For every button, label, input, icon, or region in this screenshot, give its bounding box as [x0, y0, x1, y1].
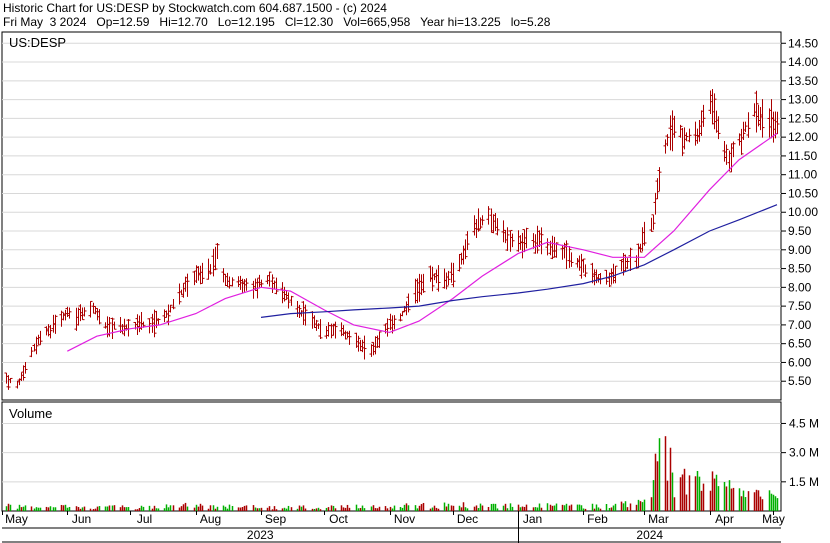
price-tick-label: 8.00 [788, 280, 812, 294]
price-tick-label: 10.00 [788, 205, 818, 219]
month-label: Sep [265, 512, 287, 526]
month-label: Dec [457, 512, 478, 526]
year-label: 2023 [247, 528, 274, 542]
price-axis: 5.50 6.00 6.50 7.00 7.50 8.00 8.50 9.00 9.50 10.0… [781, 36, 818, 388]
price-tick-label: 10.50 [788, 186, 818, 200]
price-tick-label: 14.00 [788, 55, 818, 69]
price-tick-label: 9.50 [788, 224, 812, 238]
price-tick-label: 13.50 [788, 74, 818, 88]
price-panel-border [1, 31, 782, 401]
year-label: 2024 [636, 528, 663, 542]
symbol-label: US:DESP [9, 35, 66, 50]
month-label: Feb [587, 512, 608, 526]
month-label: Mar [648, 512, 669, 526]
month-label: May [5, 512, 28, 526]
month-label: Aug [200, 512, 221, 526]
price-tick-label: 7.00 [788, 318, 812, 332]
price-tick-label: 5.50 [788, 374, 812, 388]
price-tick-label: 6.00 [788, 355, 812, 369]
month-label: Jun [72, 512, 91, 526]
price-tick-label: 13.00 [788, 93, 818, 107]
volume-panel-label: Volume [9, 406, 52, 421]
month-label: Apr [715, 512, 734, 526]
volume-tick-label: 1.5 M [789, 475, 819, 489]
price-bars [4, 88, 780, 390]
price-tick-label: 9.00 [788, 243, 812, 257]
sma-long-line [260, 204, 778, 318]
month-label: Oct [329, 512, 348, 526]
price-tick-label: 11.00 [788, 168, 817, 182]
price-tick-label: 12.00 [788, 130, 818, 144]
moving-averages [67, 132, 778, 352]
volume-panel-border [1, 401, 782, 512]
price-tick-label: 6.50 [788, 337, 812, 351]
month-label: Nov [394, 512, 415, 526]
volume-tick-label: 4.5 M [789, 416, 819, 430]
stock-chart: 5.50 6.00 6.50 7.00 7.50 8.00 8.50 9.00 9.50 10.0… [1, 31, 819, 543]
month-label: Jan [523, 512, 542, 526]
sma-short-line [67, 132, 778, 352]
volume-tick-label: 3.0 M [789, 446, 819, 460]
price-tick-label: 7.50 [788, 299, 812, 313]
price-tick-label: 8.50 [788, 262, 812, 276]
price-tick-label: 12.50 [788, 111, 818, 125]
month-label: May [762, 512, 785, 526]
price-tick-label: 11.50 [788, 149, 817, 163]
price-tick-label: 14.50 [788, 36, 818, 50]
time-axis: May Jun Jul Aug Sep Oct Nov Dec Jan Feb Mar Apr May 2… [2, 511, 785, 543]
price-grid [2, 42, 781, 382]
month-label: Jul [137, 512, 152, 526]
volume-bars [5, 436, 779, 511]
volume-axis: 1.5 M 3.0 M 4.5 M [2, 416, 819, 489]
